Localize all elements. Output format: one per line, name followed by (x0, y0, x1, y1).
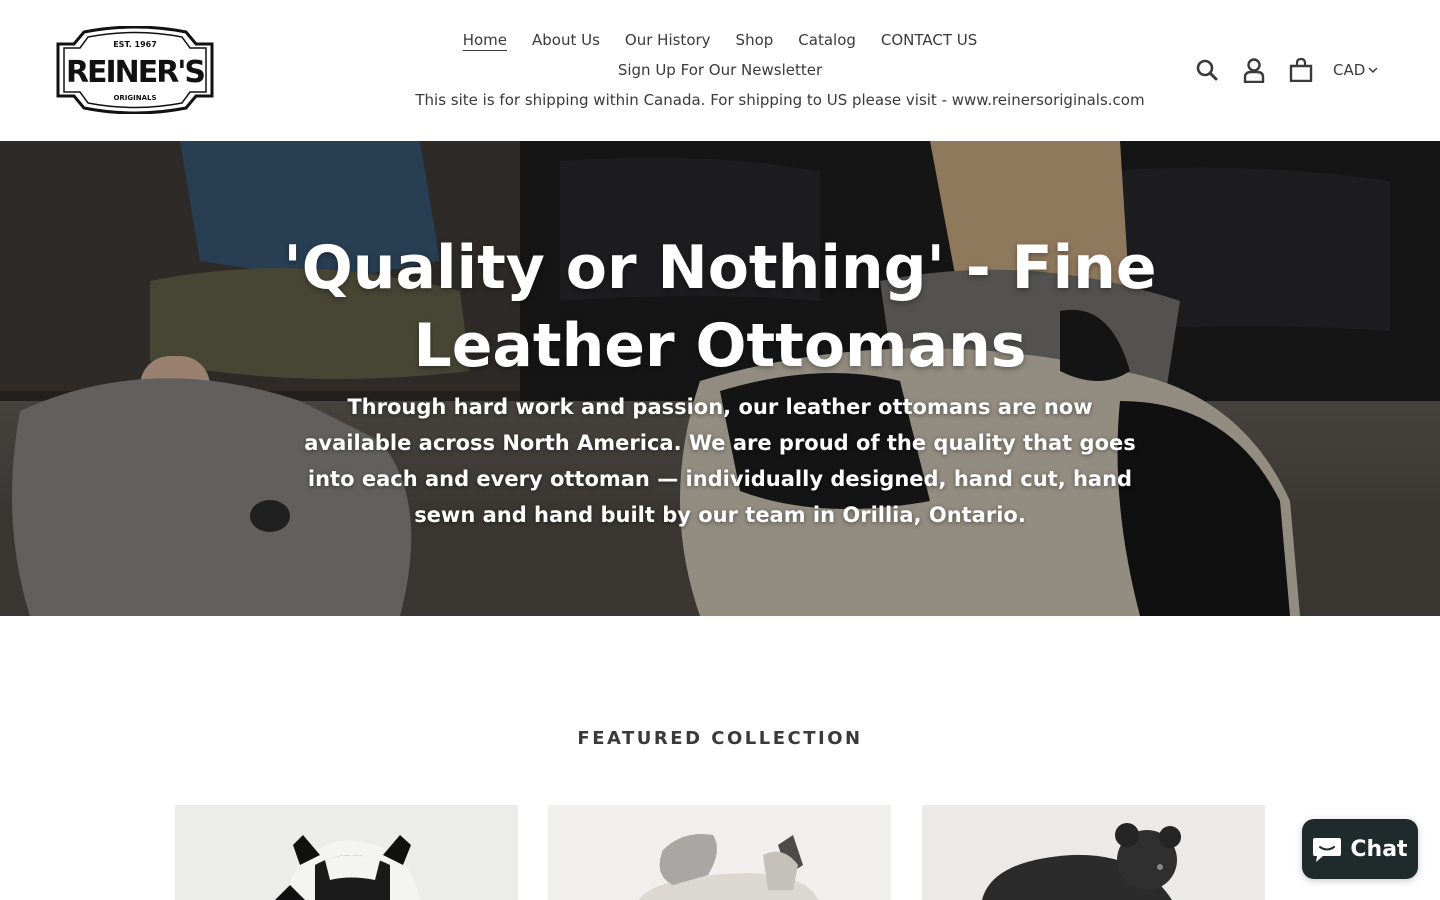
product-card-bear[interactable] (922, 805, 1265, 900)
hero-title: 'Quality or Nothing' - Fine Leather Otto… (283, 233, 1157, 381)
chevron-down-icon (1368, 67, 1378, 74)
main-nav: Home About Us Our History Shop Catalog C… (0, 30, 1440, 50)
header-actions: CAD (1192, 55, 1378, 85)
product-card-cow[interactable] (175, 805, 518, 900)
hero-banner: 'Quality or Nothing' - Fine Leather Otto… (0, 141, 1440, 616)
chat-bubble-icon (1313, 838, 1342, 862)
site-header: EST. 1967 REINER'S ORIGINALS Home About … (0, 0, 1440, 141)
account-icon[interactable] (1239, 55, 1269, 85)
featured-collection-heading: FEATURED COLLECTION (577, 728, 863, 749)
nav-home[interactable]: Home (463, 30, 507, 50)
product-image-donkey (548, 805, 891, 900)
currency-selector[interactable]: CAD (1333, 61, 1378, 79)
currency-value: CAD (1333, 61, 1366, 79)
search-icon[interactable] (1192, 55, 1222, 85)
nav-our-history[interactable]: Our History (625, 30, 711, 50)
nav-catalog[interactable]: Catalog (798, 30, 856, 50)
shipping-notice[interactable]: This site is for shipping within Canada.… (415, 90, 1144, 110)
nav-about-us[interactable]: About Us (532, 30, 600, 50)
nav-newsletter[interactable]: Sign Up For Our Newsletter (618, 60, 822, 80)
product-image-cow (175, 805, 518, 900)
chat-label: Chat (1350, 836, 1408, 862)
product-image-bear (922, 805, 1265, 900)
nav-contact-us[interactable]: CONTACT US (881, 30, 977, 50)
chat-button[interactable]: Chat (1302, 819, 1418, 879)
shipping-notice-row: This site is for shipping within Canada.… (60, 90, 1440, 110)
cart-icon[interactable] (1286, 55, 1316, 85)
product-card-donkey[interactable] (548, 805, 891, 900)
nav-shop[interactable]: Shop (736, 30, 774, 50)
hero-subtitle: Through hard work and passion, our leath… (304, 395, 1136, 527)
